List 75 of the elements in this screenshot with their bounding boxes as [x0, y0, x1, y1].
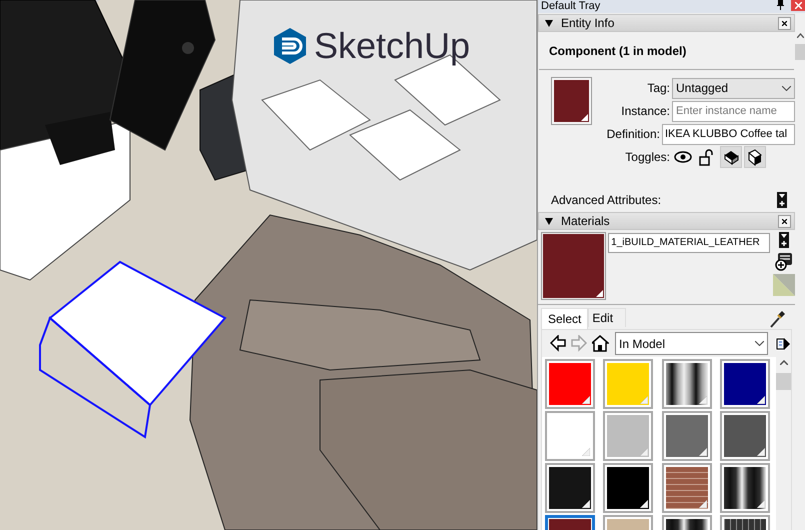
corner-icon: [756, 396, 765, 404]
corner-icon: [640, 396, 648, 404]
panel-header[interactable]: Materials: [538, 212, 795, 230]
corner-icon: [640, 448, 648, 456]
expand-icon[interactable]: [777, 192, 787, 208]
material-swatch[interactable]: [720, 463, 770, 513]
tag-dropdown[interactable]: Untagged: [672, 78, 795, 98]
scroll-up-icon[interactable]: [796, 33, 804, 38]
corner-icon: [596, 290, 604, 297]
expand-icon[interactable]: [779, 232, 789, 248]
entity-heading: Component (1 in model): [549, 44, 686, 58]
logo-text: SketchUp: [314, 28, 470, 64]
corner-icon: [582, 500, 590, 508]
eye-icon: [674, 148, 692, 166]
corner-icon: [698, 448, 706, 456]
material-swatch[interactable]: [603, 411, 654, 461]
scroll-thumb[interactable]: [776, 373, 791, 390]
home-icon[interactable]: [592, 335, 609, 352]
corner-icon: [582, 448, 590, 456]
corner-icon: [581, 114, 588, 121]
toggle-button[interactable]: [744, 146, 766, 168]
chevron-down-icon: [755, 341, 764, 346]
create-material-icon[interactable]: [774, 251, 794, 271]
field-label: Definition:: [606, 126, 661, 143]
material-swatch[interactable]: [545, 463, 595, 513]
eyedropper-icon[interactable]: [769, 311, 785, 329]
cast-shadows-icon: [722, 148, 740, 166]
field-label: Tag:: [646, 80, 671, 97]
corner-icon: [756, 448, 765, 456]
material-swatch[interactable]: [603, 463, 654, 513]
tab[interactable]: Edit: [588, 308, 626, 327]
details-arrow-icon[interactable]: [776, 336, 790, 352]
close-button[interactable]: [778, 215, 791, 228]
material-name-field[interactable]: 1_iBUILD_MATERIAL_LEATHER: [608, 233, 770, 253]
corner-icon: [640, 500, 648, 508]
corner-icon: [756, 500, 765, 508]
field-label: Toggles:: [624, 149, 671, 166]
padlock-icon: [698, 148, 716, 166]
material-swatch[interactable]: [541, 232, 606, 300]
corner-icon: [582, 396, 590, 404]
material-swatch[interactable]: [603, 359, 654, 409]
expand-triangle-icon[interactable]: [545, 218, 553, 224]
material-swatch[interactable]: [662, 411, 712, 461]
expand-triangle-icon[interactable]: [545, 20, 553, 26]
close-button[interactable]: [778, 17, 791, 30]
close-icon: [782, 219, 787, 224]
scroll-up-icon[interactable]: [780, 360, 788, 365]
definition-input-field[interactable]: IKEA KLUBBO Coffee tal: [662, 124, 795, 144]
close-icon: [794, 2, 802, 9]
pin-icon[interactable]: [776, 0, 785, 10]
back-arrow-icon[interactable]: [550, 335, 567, 352]
material-swatch[interactable]: [545, 411, 595, 461]
tab[interactable]: Select: [541, 308, 588, 329]
receive-shadows-icon: [746, 148, 764, 166]
panel-title: Materials: [561, 213, 610, 230]
tray-title: Default Tray: [541, 0, 600, 13]
corner-icon: [698, 500, 706, 508]
panel-title: Entity Info: [561, 15, 614, 32]
corner-icon: [698, 396, 706, 404]
close-icon: [782, 21, 787, 26]
advanced-attributes-label: Advanced Attributes:: [551, 192, 662, 209]
instance-input-field[interactable]: Enter instance name: [672, 100, 795, 122]
material-swatch[interactable]: [720, 359, 770, 409]
material-swatch[interactable]: [662, 359, 712, 409]
material-swatch[interactable]: [551, 77, 592, 125]
material-swatch[interactable]: [545, 359, 595, 409]
chevron-down-icon: [782, 86, 791, 90]
material-swatch[interactable]: [720, 411, 770, 461]
library-dropdown[interactable]: In Model: [615, 332, 768, 355]
scrollbar[interactable]: [776, 357, 791, 530]
scroll-thumb[interactable]: [795, 44, 805, 60]
panel-header[interactable]: Entity Info: [538, 14, 795, 32]
toggle-button[interactable]: [720, 146, 742, 168]
field-label: Instance:: [620, 103, 671, 120]
material-swatch[interactable]: [662, 463, 712, 513]
